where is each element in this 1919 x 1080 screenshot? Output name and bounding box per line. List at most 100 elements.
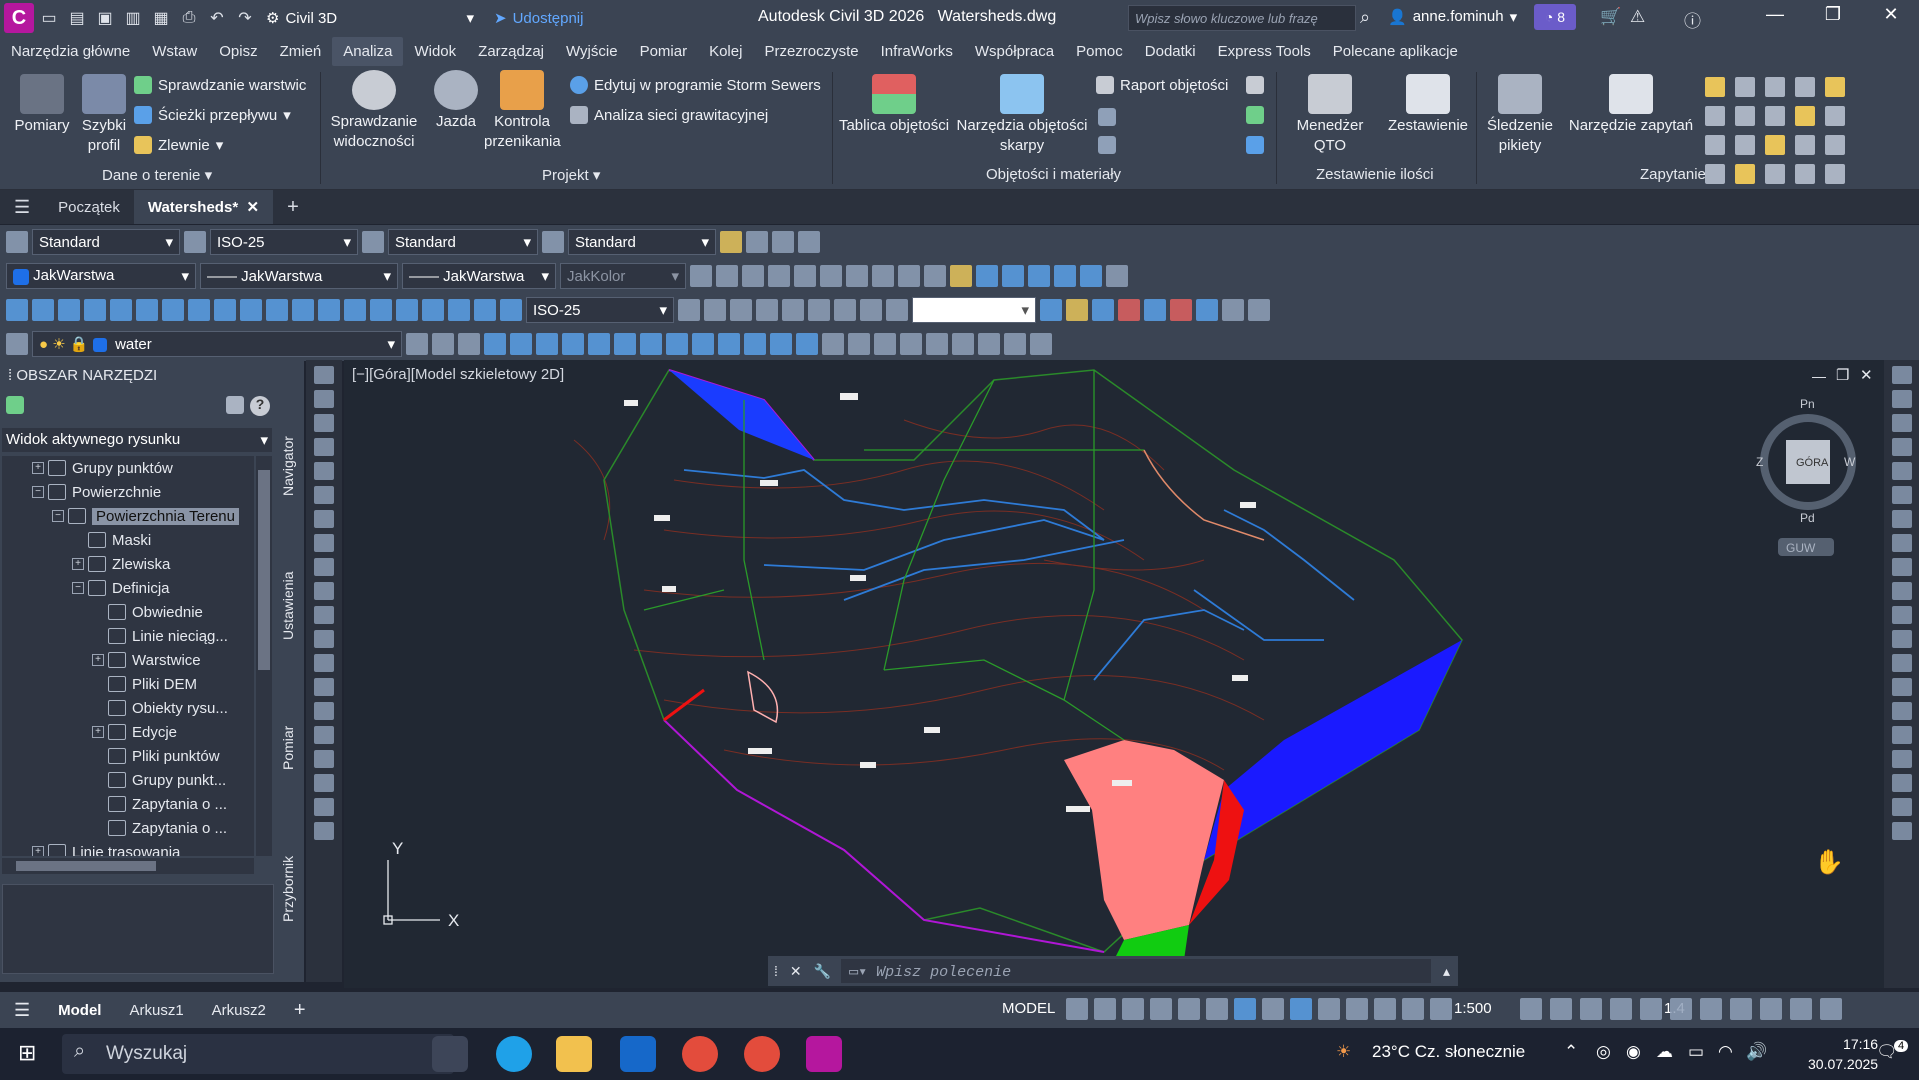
tab-dodatki[interactable]: Dodatki bbox=[1134, 37, 1207, 66]
expand-toggle-icon[interactable]: + bbox=[92, 726, 104, 738]
style-tool-icon[interactable] bbox=[746, 231, 768, 253]
zestawienie-button[interactable]: Zestawienie bbox=[1380, 74, 1476, 136]
windows-start-icon[interactable]: ⊞ bbox=[18, 1040, 36, 1066]
modify-tool-icon[interactable] bbox=[1891, 486, 1912, 504]
tab-wstaw[interactable]: Wstaw bbox=[141, 37, 208, 66]
text-tool-icon[interactable] bbox=[742, 265, 764, 287]
tree-view-icon[interactable] bbox=[202, 396, 220, 414]
save-as-icon[interactable]: ▥ bbox=[120, 5, 146, 31]
cart-icon[interactable]: 🛒 bbox=[1600, 7, 1621, 27]
notifications-badge[interactable]: ◔ 8 bbox=[1534, 4, 1576, 30]
civil-tool-icon[interactable] bbox=[536, 333, 558, 355]
inquiry-tool-icon[interactable] bbox=[1705, 77, 1725, 97]
modify-tool-icon[interactable] bbox=[1891, 654, 1912, 672]
side-tab-pomiar[interactable]: Pomiar bbox=[280, 726, 296, 770]
dim-tool-icon[interactable] bbox=[58, 299, 80, 321]
share-button[interactable]: ➤ Udostępnij bbox=[494, 9, 583, 28]
help-search-input[interactable]: Wpisz słowo kluczowe lub frazę bbox=[1128, 5, 1356, 31]
dim-tool-icon[interactable] bbox=[500, 299, 522, 321]
viewcube-east[interactable]: W bbox=[1844, 455, 1856, 469]
plot-icon[interactable]: ⎙ bbox=[176, 5, 202, 31]
outlook-icon[interactable] bbox=[620, 1036, 656, 1072]
insert-tool-icon[interactable] bbox=[1248, 299, 1270, 321]
tab-express-tools[interactable]: Express Tools bbox=[1207, 37, 1322, 66]
status-tool-icon[interactable] bbox=[1550, 998, 1572, 1020]
expand-toggle-icon[interactable]: + bbox=[32, 462, 44, 474]
color-dropdown[interactable]: JakWarstwa ▾ bbox=[6, 263, 196, 289]
status-toggle-icon[interactable] bbox=[1290, 998, 1312, 1020]
file-explorer-icon[interactable] bbox=[556, 1036, 592, 1072]
tree-item[interactable]: − Powierzchnie bbox=[2, 480, 254, 504]
modify-tool-icon[interactable] bbox=[1891, 534, 1912, 552]
insert-tool-icon[interactable] bbox=[1066, 299, 1088, 321]
draworder-icon[interactable] bbox=[1106, 265, 1128, 287]
draw-tool-icon[interactable] bbox=[314, 630, 334, 648]
draworder-icon[interactable] bbox=[1080, 265, 1102, 287]
tab-pomiar[interactable]: Pomiar bbox=[629, 37, 699, 66]
style-tool-icon[interactable] bbox=[720, 231, 742, 253]
status-tool-icon[interactable] bbox=[1820, 998, 1842, 1020]
tab-wyjście[interactable]: Wyjście bbox=[555, 37, 629, 66]
restore-button[interactable]: ❐ bbox=[1811, 4, 1855, 30]
draw-tool-icon[interactable] bbox=[314, 750, 334, 768]
civil-tool-icon[interactable] bbox=[510, 333, 532, 355]
jazda-button[interactable]: Jazda bbox=[430, 70, 482, 132]
modify-tool-icon[interactable] bbox=[1891, 726, 1912, 744]
viewcube-top[interactable]: GÓRA bbox=[1796, 456, 1829, 469]
tray-app-icon[interactable]: ◉ bbox=[1626, 1042, 1641, 1062]
status-tool-icon[interactable] bbox=[1790, 998, 1812, 1020]
inquiry-tool-icon[interactable] bbox=[1765, 106, 1785, 126]
tab-zarządzaj[interactable]: Zarządzaj bbox=[467, 37, 555, 66]
status-tool-icon[interactable] bbox=[1730, 998, 1752, 1020]
civil-tool-icon[interactable] bbox=[718, 333, 740, 355]
modify-tool-icon[interactable] bbox=[1891, 774, 1912, 792]
settings-icon[interactable] bbox=[226, 396, 244, 414]
insert-tool-icon[interactable] bbox=[1040, 299, 1062, 321]
dim-tool-icon[interactable] bbox=[396, 299, 418, 321]
draw-tool-icon[interactable] bbox=[314, 510, 334, 528]
new-tab-button[interactable]: + bbox=[273, 196, 313, 219]
tree-item[interactable]: Pliki DEM bbox=[2, 672, 254, 696]
inquiry-tool-icon[interactable] bbox=[1795, 164, 1815, 184]
status-toggle-icon[interactable] bbox=[1234, 998, 1256, 1020]
zlewnie-button[interactable]: Zlewnie ▾ bbox=[134, 136, 223, 154]
draw-tool-icon[interactable] bbox=[314, 774, 334, 792]
earthwork-icon[interactable] bbox=[1246, 76, 1264, 94]
inquiry-tool-icon[interactable] bbox=[1735, 77, 1755, 97]
modify-tool-icon[interactable] bbox=[1891, 390, 1912, 408]
draw-tool-icon[interactable] bbox=[314, 390, 334, 408]
insert-tool-icon[interactable] bbox=[1170, 299, 1192, 321]
text-tool-icon[interactable] bbox=[794, 265, 816, 287]
dim-tool-icon[interactable] bbox=[84, 299, 106, 321]
draworder-icon[interactable] bbox=[1002, 265, 1024, 287]
dim-tool-icon[interactable] bbox=[422, 299, 444, 321]
civil-tool-icon[interactable] bbox=[588, 333, 610, 355]
status-toggle-icon[interactable] bbox=[1150, 998, 1172, 1020]
insert-tool-icon[interactable] bbox=[1196, 299, 1218, 321]
dim-tool-icon[interactable] bbox=[448, 299, 470, 321]
status-toggle-icon[interactable] bbox=[1318, 998, 1340, 1020]
tree-scrollbar[interactable] bbox=[256, 456, 272, 856]
inquiry-tool-icon[interactable] bbox=[1735, 164, 1755, 184]
view-tool-icon[interactable] bbox=[730, 299, 752, 321]
civil-tool-icon[interactable] bbox=[484, 333, 506, 355]
web-save-icon[interactable]: ▦ bbox=[148, 5, 174, 31]
draworder-icon[interactable] bbox=[1028, 265, 1050, 287]
draw-tool-icon[interactable] bbox=[314, 462, 334, 480]
inquiry-tool-icon[interactable] bbox=[1705, 135, 1725, 155]
close-icon[interactable]: ✕ bbox=[247, 198, 260, 216]
civil-tool-icon[interactable] bbox=[874, 333, 896, 355]
status-tool-icon[interactable] bbox=[1580, 998, 1602, 1020]
expand-toggle-icon[interactable]: − bbox=[32, 486, 44, 498]
chrome-profile-icon[interactable] bbox=[744, 1036, 780, 1072]
draworder-icon[interactable] bbox=[976, 265, 998, 287]
undo-icon[interactable]: ↶ bbox=[204, 5, 230, 31]
tree-item[interactable]: + Grupy punktów bbox=[2, 456, 254, 480]
workspace-selector[interactable]: ⚙ Civil 3D ▾ bbox=[260, 5, 480, 31]
status-toggle-icon[interactable] bbox=[1402, 998, 1424, 1020]
text-tool-icon[interactable] bbox=[898, 265, 920, 287]
civil-tool-icon[interactable] bbox=[952, 333, 974, 355]
weather-icon[interactable]: ☀ bbox=[1336, 1042, 1351, 1062]
dim-tool-icon[interactable] bbox=[474, 299, 496, 321]
expand-toggle-icon[interactable]: − bbox=[52, 510, 64, 522]
